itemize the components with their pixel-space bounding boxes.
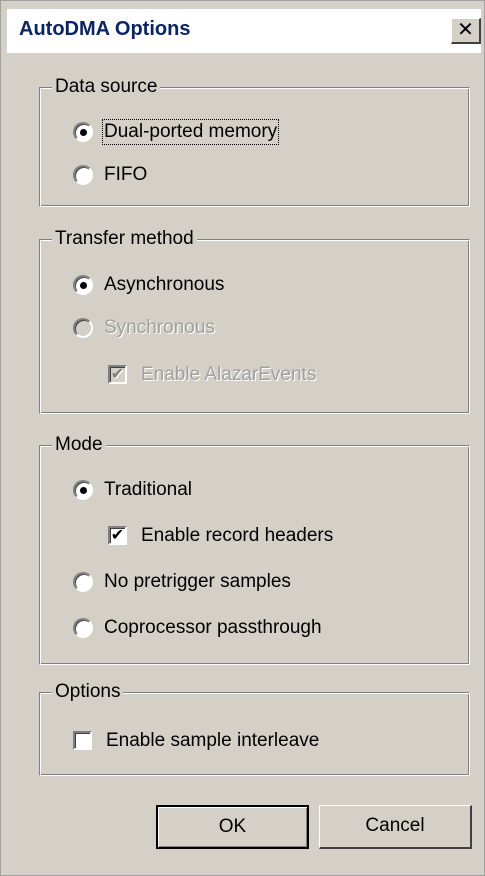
checkbox-label: Enable sample interleave xyxy=(106,730,320,751)
radio-label: Asynchronous xyxy=(104,274,225,295)
checkbox-icon: ✔ xyxy=(108,365,127,384)
radio-button-icon xyxy=(73,618,93,638)
transfer-method-legend: Transfer method xyxy=(52,228,197,250)
radio-button-icon xyxy=(73,275,93,295)
radio-label: No pretrigger samples xyxy=(104,571,291,592)
radio-button-icon xyxy=(73,122,93,142)
radio-button-icon xyxy=(73,165,93,185)
window-title: AutoDMA Options xyxy=(19,18,191,40)
radio-label: FIFO xyxy=(104,164,148,185)
data-source-legend: Data source xyxy=(52,76,161,98)
radio-button-icon xyxy=(73,318,93,338)
radio-label: Dual-ported memory xyxy=(101,119,280,145)
options-legend: Options xyxy=(52,681,124,703)
checkbox-label: Enable AlazarEvents xyxy=(141,364,317,385)
checkbox-icon xyxy=(73,731,92,750)
autodma-options-dialog: AutoDMA Options ✕ Data source Dual-porte… xyxy=(0,0,485,876)
close-icon: ✕ xyxy=(457,19,474,41)
data-source-group: Data source xyxy=(39,76,470,207)
checkbox-label: Enable record headers xyxy=(141,525,334,546)
ok-button[interactable]: OK xyxy=(156,805,309,849)
radio-label: Coprocessor passthrough xyxy=(104,617,322,638)
mode-legend: Mode xyxy=(52,434,106,456)
close-button[interactable]: ✕ xyxy=(451,18,481,44)
cancel-button[interactable]: Cancel xyxy=(319,805,472,849)
radio-button-icon xyxy=(73,572,93,592)
checkbox-icon: ✔ xyxy=(108,526,127,545)
radio-label: Synchronous xyxy=(104,317,215,338)
radio-button-icon xyxy=(73,480,93,500)
title-bar[interactable]: AutoDMA Options ✕ xyxy=(7,9,481,53)
radio-label: Traditional xyxy=(104,479,193,500)
